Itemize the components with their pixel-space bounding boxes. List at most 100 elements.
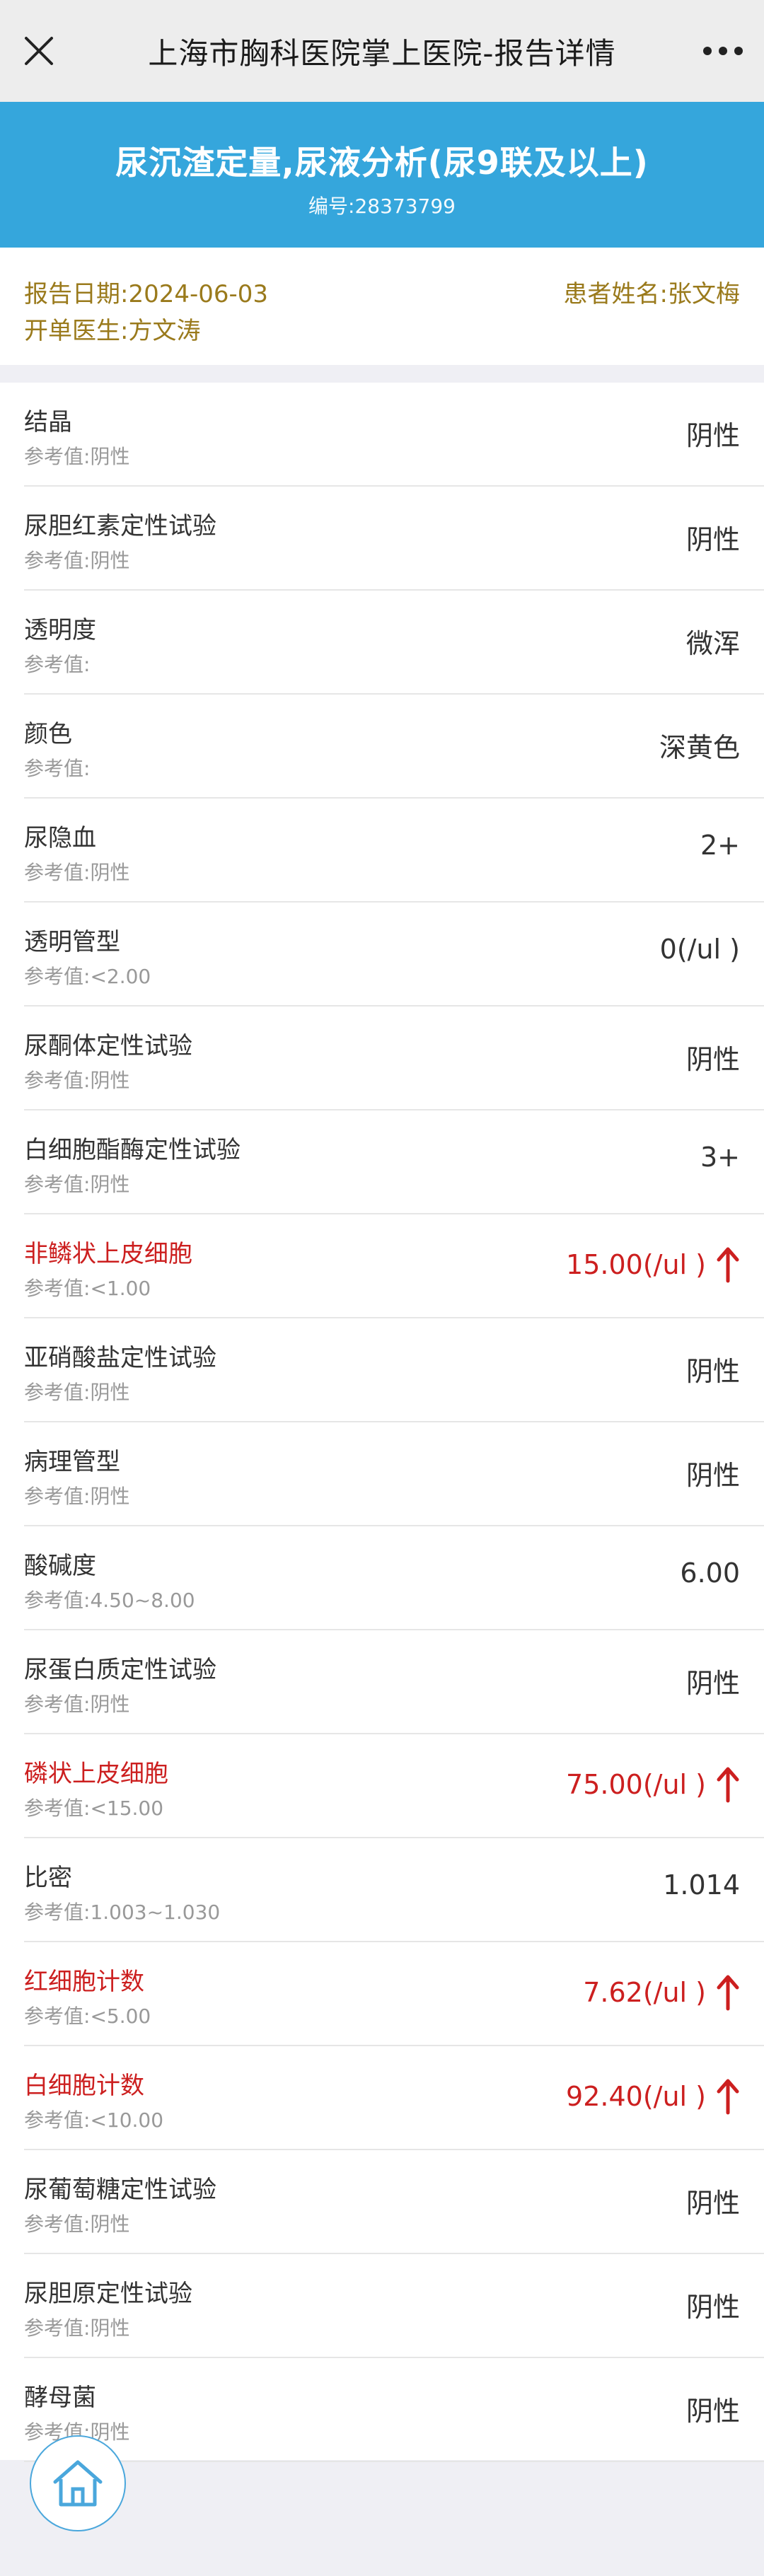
report-date-label: 报告日期: bbox=[24, 280, 129, 308]
result-value: 阴性 bbox=[686, 2181, 740, 2220]
result-value: 1.014 bbox=[663, 1869, 740, 1901]
result-row: 白细胞计数参考值:<10.00 92.40(/ul ) bbox=[0, 2046, 764, 2150]
result-value: 2+ bbox=[700, 830, 740, 861]
result-reference: 参考值: bbox=[24, 649, 90, 678]
report-date-value: 2024-06-03 bbox=[128, 280, 269, 308]
result-row: 尿胆原定性试验 参考值:阴性 阴性 bbox=[0, 2254, 764, 2358]
reference-label: 参考值: bbox=[24, 549, 91, 572]
patient-name: 患者姓名:张文梅 bbox=[564, 274, 740, 309]
reference-label: 参考值: bbox=[24, 653, 91, 676]
result-value: 微浑 bbox=[686, 622, 740, 661]
reference-label: 参考值: bbox=[24, 1277, 91, 1300]
result-value-text: 3+ bbox=[700, 1142, 740, 1173]
report-code: 编号:28373799 bbox=[0, 191, 764, 219]
reference-label: 参考值: bbox=[24, 1797, 91, 1820]
result-value-text: 阴性 bbox=[685, 524, 740, 555]
result-item-name: 磷状上皮细胞 bbox=[24, 1760, 168, 1788]
reference-value: 阴性 bbox=[90, 1381, 130, 1404]
result-value-text: 阴性 bbox=[685, 1356, 740, 1387]
report-info: 报告日期:2024-06-03 患者姓名:张文梅 开单医生:方文涛 bbox=[0, 248, 764, 365]
arrow-up-icon bbox=[717, 1975, 739, 2011]
result-item-name: 颜色 bbox=[24, 720, 72, 748]
result-item-name: 比密 bbox=[24, 1864, 72, 1892]
result-value: 15.00(/ul ) bbox=[566, 1246, 740, 1284]
arrow-up-icon bbox=[717, 1767, 739, 1803]
reference-value: 阴性 bbox=[90, 1693, 130, 1716]
result-value-text: 微浑 bbox=[685, 628, 740, 659]
result-value: 92.40(/ul ) bbox=[566, 2077, 740, 2116]
reference-label: 参考值: bbox=[24, 965, 91, 988]
reference-label: 参考值: bbox=[24, 1173, 91, 1196]
result-item-name: 尿酮体定性试验 bbox=[24, 1032, 192, 1060]
reference-value: 阴性 bbox=[90, 1173, 130, 1196]
result-item-name: 尿胆红素定性试验 bbox=[24, 512, 216, 540]
result-reference: 参考值:<2.00 bbox=[24, 961, 151, 990]
ordering-doctor: 开单医生:方文涛 bbox=[24, 311, 200, 346]
result-reference: 参考值:阴性 bbox=[24, 1065, 129, 1093]
result-item-name: 尿蛋白质定性试验 bbox=[24, 1656, 216, 1684]
row-divider bbox=[24, 2461, 764, 2462]
result-reference: 参考值:<1.00 bbox=[24, 1273, 151, 1301]
result-reference: 参考值:阴性 bbox=[24, 2313, 129, 2341]
reference-label: 参考值: bbox=[24, 1381, 91, 1404]
result-reference: 参考值:阴性 bbox=[24, 1169, 129, 1197]
reference-label: 参考值: bbox=[24, 2212, 91, 2236]
result-value-text: 92.40(/ul ) bbox=[566, 2081, 706, 2112]
nav-bar: 上海市胸科医院掌上医院-报告详情 bbox=[0, 0, 764, 102]
result-item-name: 尿葡萄糖定性试验 bbox=[24, 2176, 216, 2204]
result-value-text: 15.00(/ul ) bbox=[566, 1249, 706, 1280]
result-item-name: 透明管型 bbox=[24, 928, 120, 956]
result-item-name: 白细胞酯酶定性试验 bbox=[24, 1136, 241, 1164]
reference-label: 参考值: bbox=[24, 2004, 91, 2028]
result-row: 酸碱度 参考值:4.50~8.00 6.00 bbox=[0, 1526, 764, 1630]
reference-value: 阴性 bbox=[90, 549, 130, 572]
reference-label: 参考值: bbox=[24, 1485, 91, 1508]
home-icon bbox=[53, 2460, 103, 2507]
reference-value: <10.00 bbox=[90, 2108, 164, 2132]
reference-label: 参考值: bbox=[24, 1901, 91, 1924]
close-icon[interactable] bbox=[21, 33, 57, 69]
patient-name-value: 张文梅 bbox=[668, 280, 740, 308]
result-item-name: 亚硝酸盐定性试验 bbox=[24, 1344, 216, 1372]
reference-value: <2.00 bbox=[90, 965, 151, 988]
result-value-text: 2+ bbox=[700, 830, 740, 861]
reference-value: <15.00 bbox=[90, 1797, 164, 1820]
result-value: 75.00(/ul ) bbox=[566, 1765, 740, 1804]
result-reference: 参考值:<15.00 bbox=[24, 1793, 163, 1821]
result-row: 尿酮体定性试验 参考值:阴性 阴性 bbox=[0, 1006, 764, 1110]
result-value: 深黄色 bbox=[659, 726, 740, 765]
result-reference: 参考值:<5.00 bbox=[24, 2001, 151, 2029]
result-value: 7.62(/ul ) bbox=[583, 1973, 740, 2012]
home-button[interactable] bbox=[30, 2435, 126, 2531]
result-value-text: 阴性 bbox=[685, 2396, 740, 2427]
result-row: 尿胆红素定性试验 参考值:阴性 阴性 bbox=[0, 487, 764, 591]
result-value-text: 阴性 bbox=[685, 2188, 740, 2219]
result-row: 透明管型参考值:<2.00 0(/ul ) bbox=[0, 903, 764, 1006]
report-code-label: 编号: bbox=[308, 195, 355, 218]
result-item-name: 红细胞计数 bbox=[24, 1968, 144, 1996]
result-value: 3+ bbox=[700, 1142, 740, 1173]
result-row: 颜色 参考值: 深黄色 bbox=[0, 695, 764, 799]
result-row: 尿蛋白质定性试验 参考值:阴性 阴性 bbox=[0, 1630, 764, 1734]
result-value-text: 阴性 bbox=[685, 1460, 740, 1491]
result-item-name: 酵母菌 bbox=[24, 2384, 96, 2412]
report-date: 报告日期:2024-06-03 bbox=[24, 274, 268, 309]
result-value: 阴性 bbox=[686, 1350, 740, 1388]
reference-label: 参考值: bbox=[24, 445, 91, 468]
reference-label: 参考值: bbox=[24, 861, 91, 884]
result-value: 阴性 bbox=[686, 1661, 740, 1700]
result-value: 阴性 bbox=[686, 1038, 740, 1077]
result-value-text: 阴性 bbox=[685, 1668, 740, 1699]
result-item-name: 非鳞状上皮细胞 bbox=[24, 1240, 192, 1268]
reference-label: 参考值: bbox=[24, 2108, 91, 2132]
result-row: 透明度 参考值: 微浑 bbox=[0, 591, 764, 695]
result-value: 0(/ul ) bbox=[660, 934, 740, 965]
result-item-name: 白细胞计数 bbox=[24, 2072, 144, 2100]
ordering-doctor-value: 方文涛 bbox=[128, 317, 201, 345]
result-item-name: 尿胆原定性试验 bbox=[24, 2280, 192, 2308]
result-row: 尿葡萄糖定性试验 参考值:阴性 阴性 bbox=[0, 2150, 764, 2254]
result-row: 红细胞计数参考值:<5.00 7.62(/ul ) bbox=[0, 1942, 764, 2046]
result-row: 亚硝酸盐定性试验 参考值:阴性 阴性 bbox=[0, 1318, 764, 1422]
more-icon[interactable] bbox=[702, 42, 744, 59]
result-value-text: 阴性 bbox=[685, 1044, 740, 1075]
